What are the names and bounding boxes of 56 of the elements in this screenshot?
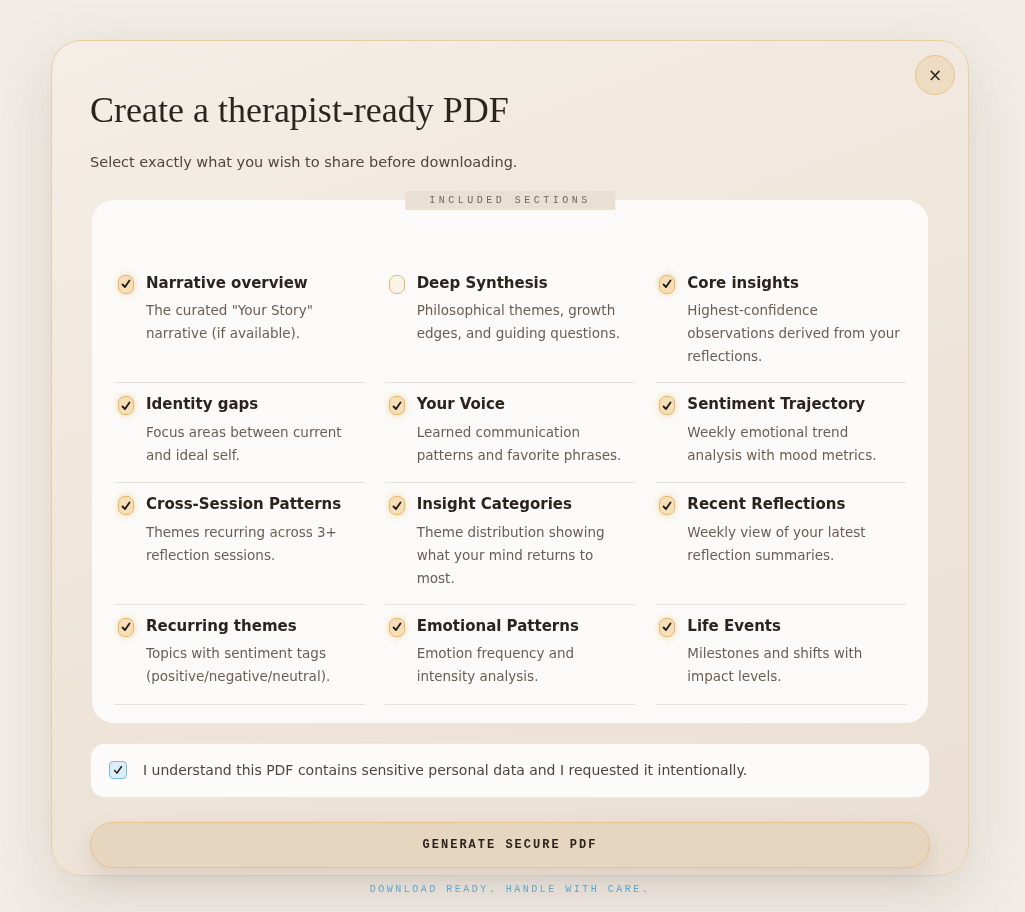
section-description: Weekly view of your latest reflection summaries. <box>687 522 867 565</box>
check-icon <box>662 400 673 411</box>
consent-checkbox[interactable] <box>109 761 127 780</box>
section-title: Your Voice <box>416 394 507 416</box>
section-description: Learned communication patterns and favorite phrases. <box>416 422 623 465</box>
checkbox[interactable] <box>118 396 134 416</box>
checkbox[interactable] <box>659 274 676 294</box>
close-button[interactable]: × <box>915 55 955 95</box>
section-title: Narrative overview <box>146 272 309 294</box>
section-description: Weekly emotional trend analysis with mood metrics. <box>687 422 878 465</box>
checkbox[interactable] <box>659 396 676 416</box>
section-title: Recurring themes <box>146 615 298 637</box>
check-icon <box>391 622 402 633</box>
section-title: Deep Synthesis <box>416 272 549 294</box>
dialog-title: Create a therapist-ready PDF <box>90 89 510 132</box>
checkbox[interactable] <box>388 274 405 294</box>
section-title: Identity gaps <box>146 394 260 416</box>
check-icon <box>662 622 673 633</box>
section-description: Emotion frequency and intensity analysis. <box>416 644 576 686</box>
consent-label: I understand this PDF contains sensitive personal data and I requested it intentionally. <box>143 760 748 780</box>
section-title: Sentiment Trajectory <box>687 394 867 416</box>
check-icon <box>662 279 673 290</box>
section-title: Cross-Session Patterns <box>146 494 343 516</box>
section-title: Recent Reflections <box>687 494 847 516</box>
checkbox[interactable] <box>118 274 134 294</box>
checkbox[interactable] <box>659 617 676 637</box>
checkbox[interactable] <box>388 617 405 637</box>
check-icon <box>662 500 673 511</box>
check-icon <box>121 279 131 290</box>
section-title: Life Events <box>687 615 782 637</box>
checkbox[interactable] <box>388 496 405 516</box>
section-description: Topics with sentiment tags (positive/negative/neutral). <box>146 644 332 686</box>
section-description: Philosophical themes, growth edges, and guiding questions. <box>416 301 621 344</box>
section-title: Core insights <box>687 272 800 294</box>
check-icon <box>121 622 131 633</box>
checkbox[interactable] <box>118 496 134 516</box>
check-icon <box>121 500 131 511</box>
section-description: Highest-confidence observations derived from your reflections. <box>687 301 901 367</box>
section-legend: INCLUDED SECTIONS <box>405 190 615 210</box>
section-title: Emotional Patterns <box>416 615 580 637</box>
section-description: Themes recurring across 3+ reflection sessions. <box>146 522 338 565</box>
check-icon <box>113 765 123 776</box>
checkbox[interactable] <box>118 617 134 637</box>
check-icon <box>121 400 131 411</box>
section-description: Theme distribution showing what your mind returns to most. <box>416 522 606 588</box>
section-description: The curated "Your Story" narrative (if available). <box>146 301 314 344</box>
check-icon <box>391 400 402 411</box>
generate-button[interactable]: GENERATE SECURE PDF <box>90 821 930 868</box>
section-description: Focus areas between current and ideal self. <box>146 422 343 465</box>
status-text: DOWNLOAD READY. HANDLE WITH CARE. <box>368 882 652 897</box>
dialog-subtitle: Select exactly what you wish to share before downloading. <box>90 153 519 173</box>
section-title: Insight Categories <box>416 494 573 516</box>
checkbox[interactable] <box>659 496 676 516</box>
section-description: Milestones and shifts with impact levels. <box>687 644 864 686</box>
checkbox[interactable] <box>388 396 405 416</box>
check-icon <box>391 500 402 511</box>
